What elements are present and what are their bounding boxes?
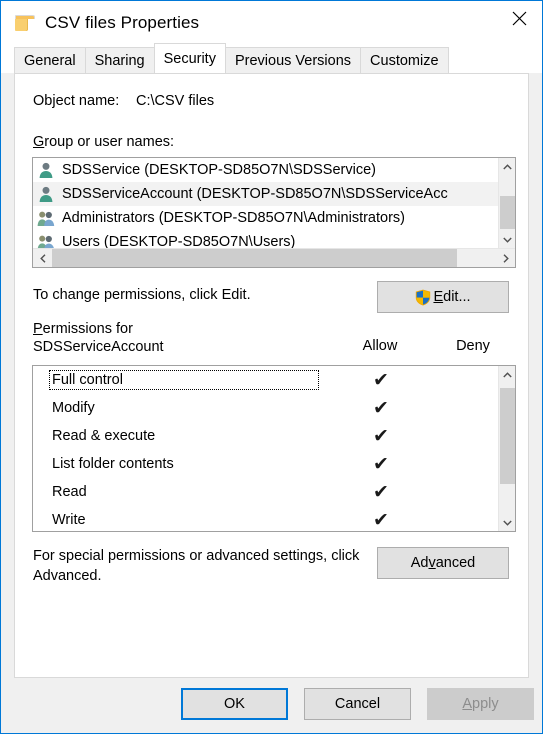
edit-button-label: Edit... [433, 289, 470, 305]
edit-hint-text: To change permissions, click Edit. [33, 287, 251, 303]
label-rest: ermissions for [42, 321, 133, 337]
accel-char: G [33, 134, 45, 150]
apply-button-label: Apply [462, 696, 498, 712]
table-row[interactable]: Read & execute ✔ [33, 422, 498, 450]
group-user-list-rows: SDSService (DESKTOP-SD85O7N\SDSService) … [33, 158, 498, 248]
security-tab-panel: Object name: C:\CSV files Group or user … [14, 73, 529, 678]
allow-checkbox[interactable]: ✔ [366, 483, 396, 502]
allow-checkbox[interactable]: ✔ [366, 427, 396, 446]
advanced-button-label: Advanced [411, 555, 476, 571]
permission-label: Read & execute [52, 428, 156, 444]
column-header-allow: Allow [362, 338, 398, 354]
list-item[interactable]: SDSService (DESKTOP-SD85O7N\SDSService) [33, 158, 498, 182]
tab-label: Sharing [94, 52, 145, 69]
list-item-label: SDSServiceAccount (DESKTOP-SD85O7N\SDSSe… [62, 186, 448, 202]
permission-label: Write [52, 512, 86, 528]
allow-checkbox[interactable]: ✔ [366, 511, 396, 530]
tab-label: Previous Versions [234, 52, 352, 69]
table-row[interactable]: Modify ✔ [33, 394, 498, 422]
permission-label: List folder contents [52, 456, 174, 472]
apply-button: Apply [427, 688, 534, 720]
tab-sharing[interactable]: Sharing [84, 47, 155, 73]
chevron-down-icon[interactable] [499, 514, 515, 531]
tab-label: Security [163, 50, 216, 67]
cancel-button-label: Cancel [334, 696, 381, 712]
scrollbar-thumb[interactable] [500, 196, 515, 229]
permissions-for-label: Permissions for SDSServiceAccount [33, 320, 164, 356]
scrollbar-thumb[interactable] [52, 249, 457, 267]
window-title: CSV files Properties [45, 13, 200, 32]
accel-char: E [433, 289, 444, 305]
uac-shield-icon [415, 289, 431, 306]
group-list-horizontal-scrollbar[interactable] [33, 248, 515, 267]
chevron-right-icon[interactable] [496, 249, 515, 267]
permission-label: Read [52, 484, 87, 500]
list-item-label: Administrators (DESKTOP-SD85O7N\Administ… [62, 210, 405, 226]
object-name-label: Object name: [33, 93, 120, 109]
label-rest: roup or user names: [44, 134, 175, 150]
user-icon [37, 185, 55, 203]
chevron-left-icon[interactable] [33, 249, 52, 267]
label-pre: Ad [410, 555, 429, 571]
table-row[interactable]: Full control ✔ [33, 366, 498, 394]
allow-checkbox[interactable]: ✔ [366, 455, 396, 474]
tab-strip: General Sharing Security Previous Versio… [1, 43, 542, 73]
tab-label: Customize [370, 52, 439, 69]
list-item[interactable]: Administrators (DESKTOP-SD85O7N\Administ… [33, 206, 498, 230]
tab-customize[interactable]: Customize [360, 47, 449, 73]
close-button[interactable] [496, 1, 542, 35]
table-row[interactable]: Read ✔ [33, 478, 498, 506]
permissions-vertical-scrollbar[interactable] [498, 366, 515, 531]
user-icon [37, 161, 55, 179]
dialog-footer: OK Cancel Apply [1, 678, 542, 733]
tab-security[interactable]: Security [153, 43, 226, 73]
tab-label: General [24, 52, 76, 69]
list-item[interactable]: Users (DESKTOP-SD85O7N\Users) [33, 230, 498, 248]
object-name-row: Object name: C:\CSV files [33, 93, 214, 109]
permission-label: Modify [52, 400, 95, 416]
edit-button[interactable]: Edit... [377, 281, 509, 313]
edit-permissions-row: To change permissions, click Edit. Edit.… [33, 281, 510, 313]
title-bar: CSV files Properties [1, 1, 542, 45]
list-item[interactable]: SDSServiceAccount (DESKTOP-SD85O7N\SDSSe… [33, 182, 498, 206]
list-item-label: Users (DESKTOP-SD85O7N\Users) [62, 234, 296, 248]
group-icon [37, 233, 55, 248]
chevron-down-icon[interactable] [499, 231, 515, 248]
table-row[interactable]: List folder contents ✔ [33, 450, 498, 478]
label-post: anced [435, 555, 476, 571]
label-rest: pply [472, 696, 499, 712]
advanced-button[interactable]: Advanced [377, 547, 509, 579]
column-header-deny: Deny [456, 338, 490, 354]
group-user-listbox[interactable]: SDSService (DESKTOP-SD85O7N\SDSService) … [32, 157, 516, 268]
permission-label: Full control [49, 370, 319, 390]
properties-dialog: CSV files Properties General Sharing Sec… [0, 0, 543, 734]
advanced-hint-text: For special permissions or advanced sett… [33, 548, 360, 584]
accel-char: P [33, 321, 43, 337]
group-list-vertical-scrollbar[interactable] [498, 158, 515, 248]
permissions-subject: SDSServiceAccount [33, 339, 164, 355]
object-name-value: C:\CSV files [136, 93, 215, 109]
accel-char: v [428, 555, 436, 571]
group-or-user-names-label: Group or user names: [33, 134, 174, 150]
table-row[interactable]: Write ✔ [33, 506, 498, 531]
label-rest: dit... [443, 289, 471, 305]
list-item-label: SDSService (DESKTOP-SD85O7N\SDSService) [62, 162, 376, 178]
permissions-rows: Full control ✔ Modify ✔ Read & execute ✔… [33, 366, 498, 531]
group-icon [37, 209, 55, 227]
allow-checkbox[interactable]: ✔ [366, 371, 396, 390]
cancel-button[interactable]: Cancel [304, 688, 411, 720]
tab-previous-versions[interactable]: Previous Versions [224, 47, 362, 73]
accel-char: A [462, 696, 473, 712]
tab-general[interactable]: General [14, 47, 86, 73]
scrollbar-thumb[interactable] [500, 388, 515, 484]
permissions-listbox[interactable]: Full control ✔ Modify ✔ Read & execute ✔… [32, 365, 516, 532]
folder-icon [15, 15, 35, 31]
close-icon [512, 11, 526, 25]
ok-button-label: OK [224, 696, 245, 712]
chevron-up-icon[interactable] [499, 158, 515, 175]
allow-checkbox[interactable]: ✔ [366, 399, 396, 418]
advanced-settings-row: For special permissions or advanced sett… [33, 544, 510, 584]
chevron-up-icon[interactable] [499, 366, 515, 383]
ok-button[interactable]: OK [181, 688, 288, 720]
